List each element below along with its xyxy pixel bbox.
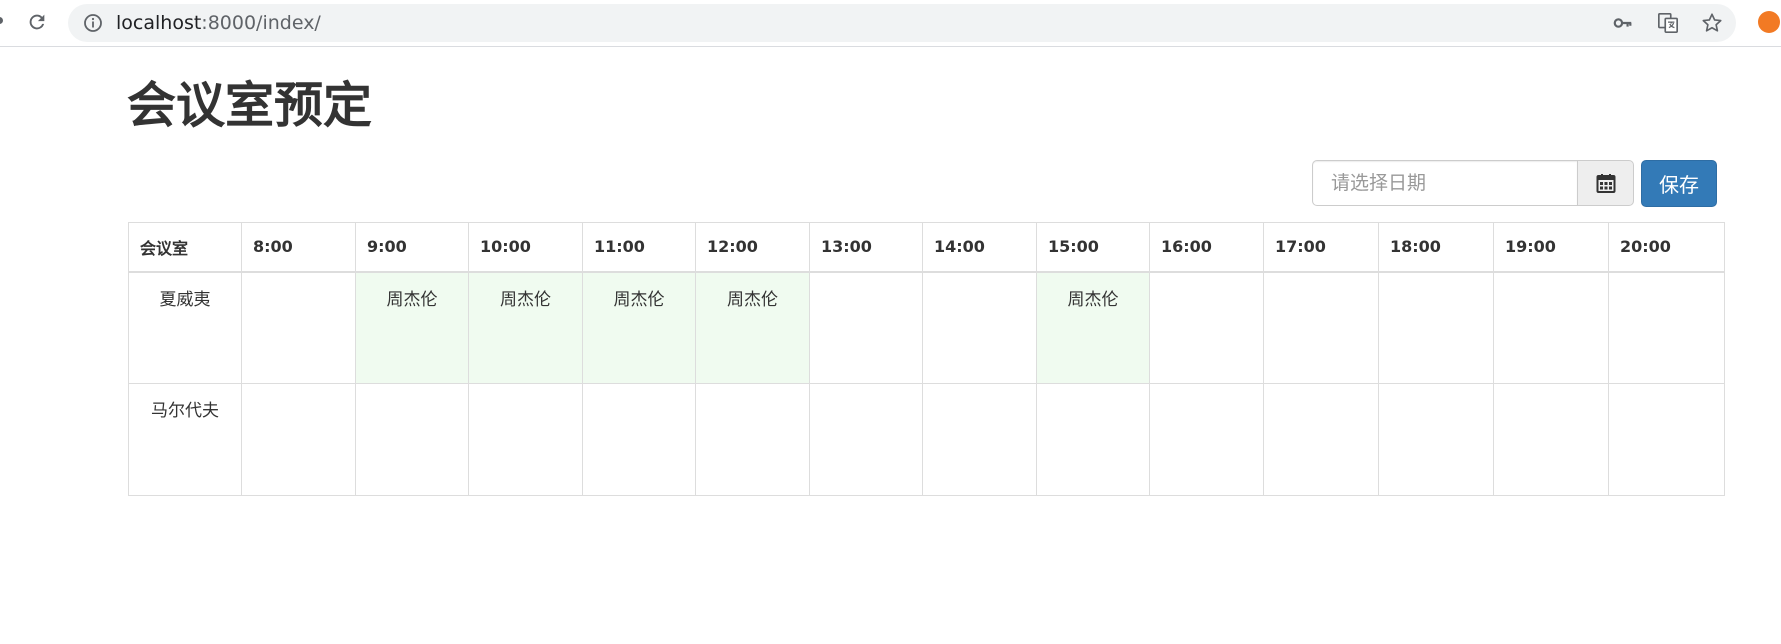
url-path: :8000/index/ <box>201 12 321 34</box>
date-input[interactable] <box>1312 160 1578 206</box>
time-slot[interactable] <box>1149 271 1264 384</box>
hour-header: 12:00 <box>695 222 810 273</box>
hour-header: 18:00 <box>1378 222 1494 273</box>
hour-header: 19:00 <box>1493 222 1609 273</box>
browser-toolbar: localhost:8000/index/ <box>0 0 1781 47</box>
hour-header: 14:00 <box>922 222 1037 273</box>
key-icon[interactable] <box>1611 11 1635 35</box>
date-picker <box>1312 160 1634 206</box>
time-slot[interactable] <box>922 383 1037 496</box>
time-slot[interactable] <box>468 383 583 496</box>
time-slot[interactable] <box>1378 383 1494 496</box>
time-slot-booked[interactable]: 周杰伦 <box>468 271 583 384</box>
time-slot-booked[interactable]: 周杰伦 <box>695 271 810 384</box>
hour-header: 16:00 <box>1149 222 1264 273</box>
time-slot[interactable] <box>1036 383 1150 496</box>
url-text[interactable]: localhost:8000/index/ <box>116 10 321 36</box>
time-slot-booked[interactable]: 周杰伦 <box>355 271 469 384</box>
calendar-button[interactable] <box>1577 160 1634 206</box>
time-slot[interactable] <box>1378 271 1494 384</box>
time-slot[interactable] <box>1263 383 1379 496</box>
hour-header: 11:00 <box>582 222 696 273</box>
time-slot[interactable] <box>922 271 1037 384</box>
room-name: 夏威夷 <box>128 271 242 384</box>
info-icon[interactable] <box>82 12 104 34</box>
time-slot[interactable] <box>582 383 696 496</box>
room-column-header: 会议室 <box>128 222 242 273</box>
room-name: 马尔代夫 <box>128 383 242 496</box>
time-slot[interactable] <box>695 383 810 496</box>
header-row: 会议室 8:00 9:00 10:00 11:00 12:00 13:00 14… <box>128 222 1725 273</box>
hour-header: 8:00 <box>241 222 356 273</box>
translate-icon[interactable] <box>1656 11 1680 35</box>
hour-header: 13:00 <box>809 222 923 273</box>
reload-icon[interactable] <box>25 10 49 34</box>
calendar-icon <box>1596 174 1615 193</box>
time-slot-booked[interactable]: 周杰伦 <box>1036 271 1150 384</box>
hour-header: 9:00 <box>355 222 469 273</box>
time-slot[interactable] <box>355 383 469 496</box>
table-row: 夏威夷 周杰伦 周杰伦 周杰伦 周杰伦 周杰伦 <box>128 271 1725 384</box>
hour-header: 15:00 <box>1036 222 1150 273</box>
star-icon[interactable] <box>1700 11 1724 35</box>
time-slot[interactable] <box>809 271 923 384</box>
time-slot[interactable] <box>241 271 356 384</box>
table-row: 马尔代夫 <box>128 383 1725 496</box>
time-slot[interactable] <box>809 383 923 496</box>
time-slot[interactable] <box>1608 271 1725 384</box>
url-host: localhost <box>116 12 202 34</box>
page-title: 会议室预定 <box>127 77 373 134</box>
hour-header: 17:00 <box>1263 222 1379 273</box>
save-button[interactable]: 保存 <box>1641 160 1717 207</box>
time-slot[interactable] <box>1149 383 1264 496</box>
time-slot[interactable] <box>1263 271 1379 384</box>
back-button[interactable] <box>0 17 3 24</box>
time-slot[interactable] <box>1493 271 1609 384</box>
time-slot-booked[interactable]: 周杰伦 <box>582 271 696 384</box>
booking-table: 会议室 8:00 9:00 10:00 11:00 12:00 13:00 14… <box>128 222 1725 496</box>
extension-icon[interactable] <box>1758 11 1780 33</box>
time-slot[interactable] <box>1608 383 1725 496</box>
time-slot[interactable] <box>241 383 356 496</box>
hour-header: 20:00 <box>1608 222 1725 273</box>
hour-header: 10:00 <box>468 222 583 273</box>
time-slot[interactable] <box>1493 383 1609 496</box>
